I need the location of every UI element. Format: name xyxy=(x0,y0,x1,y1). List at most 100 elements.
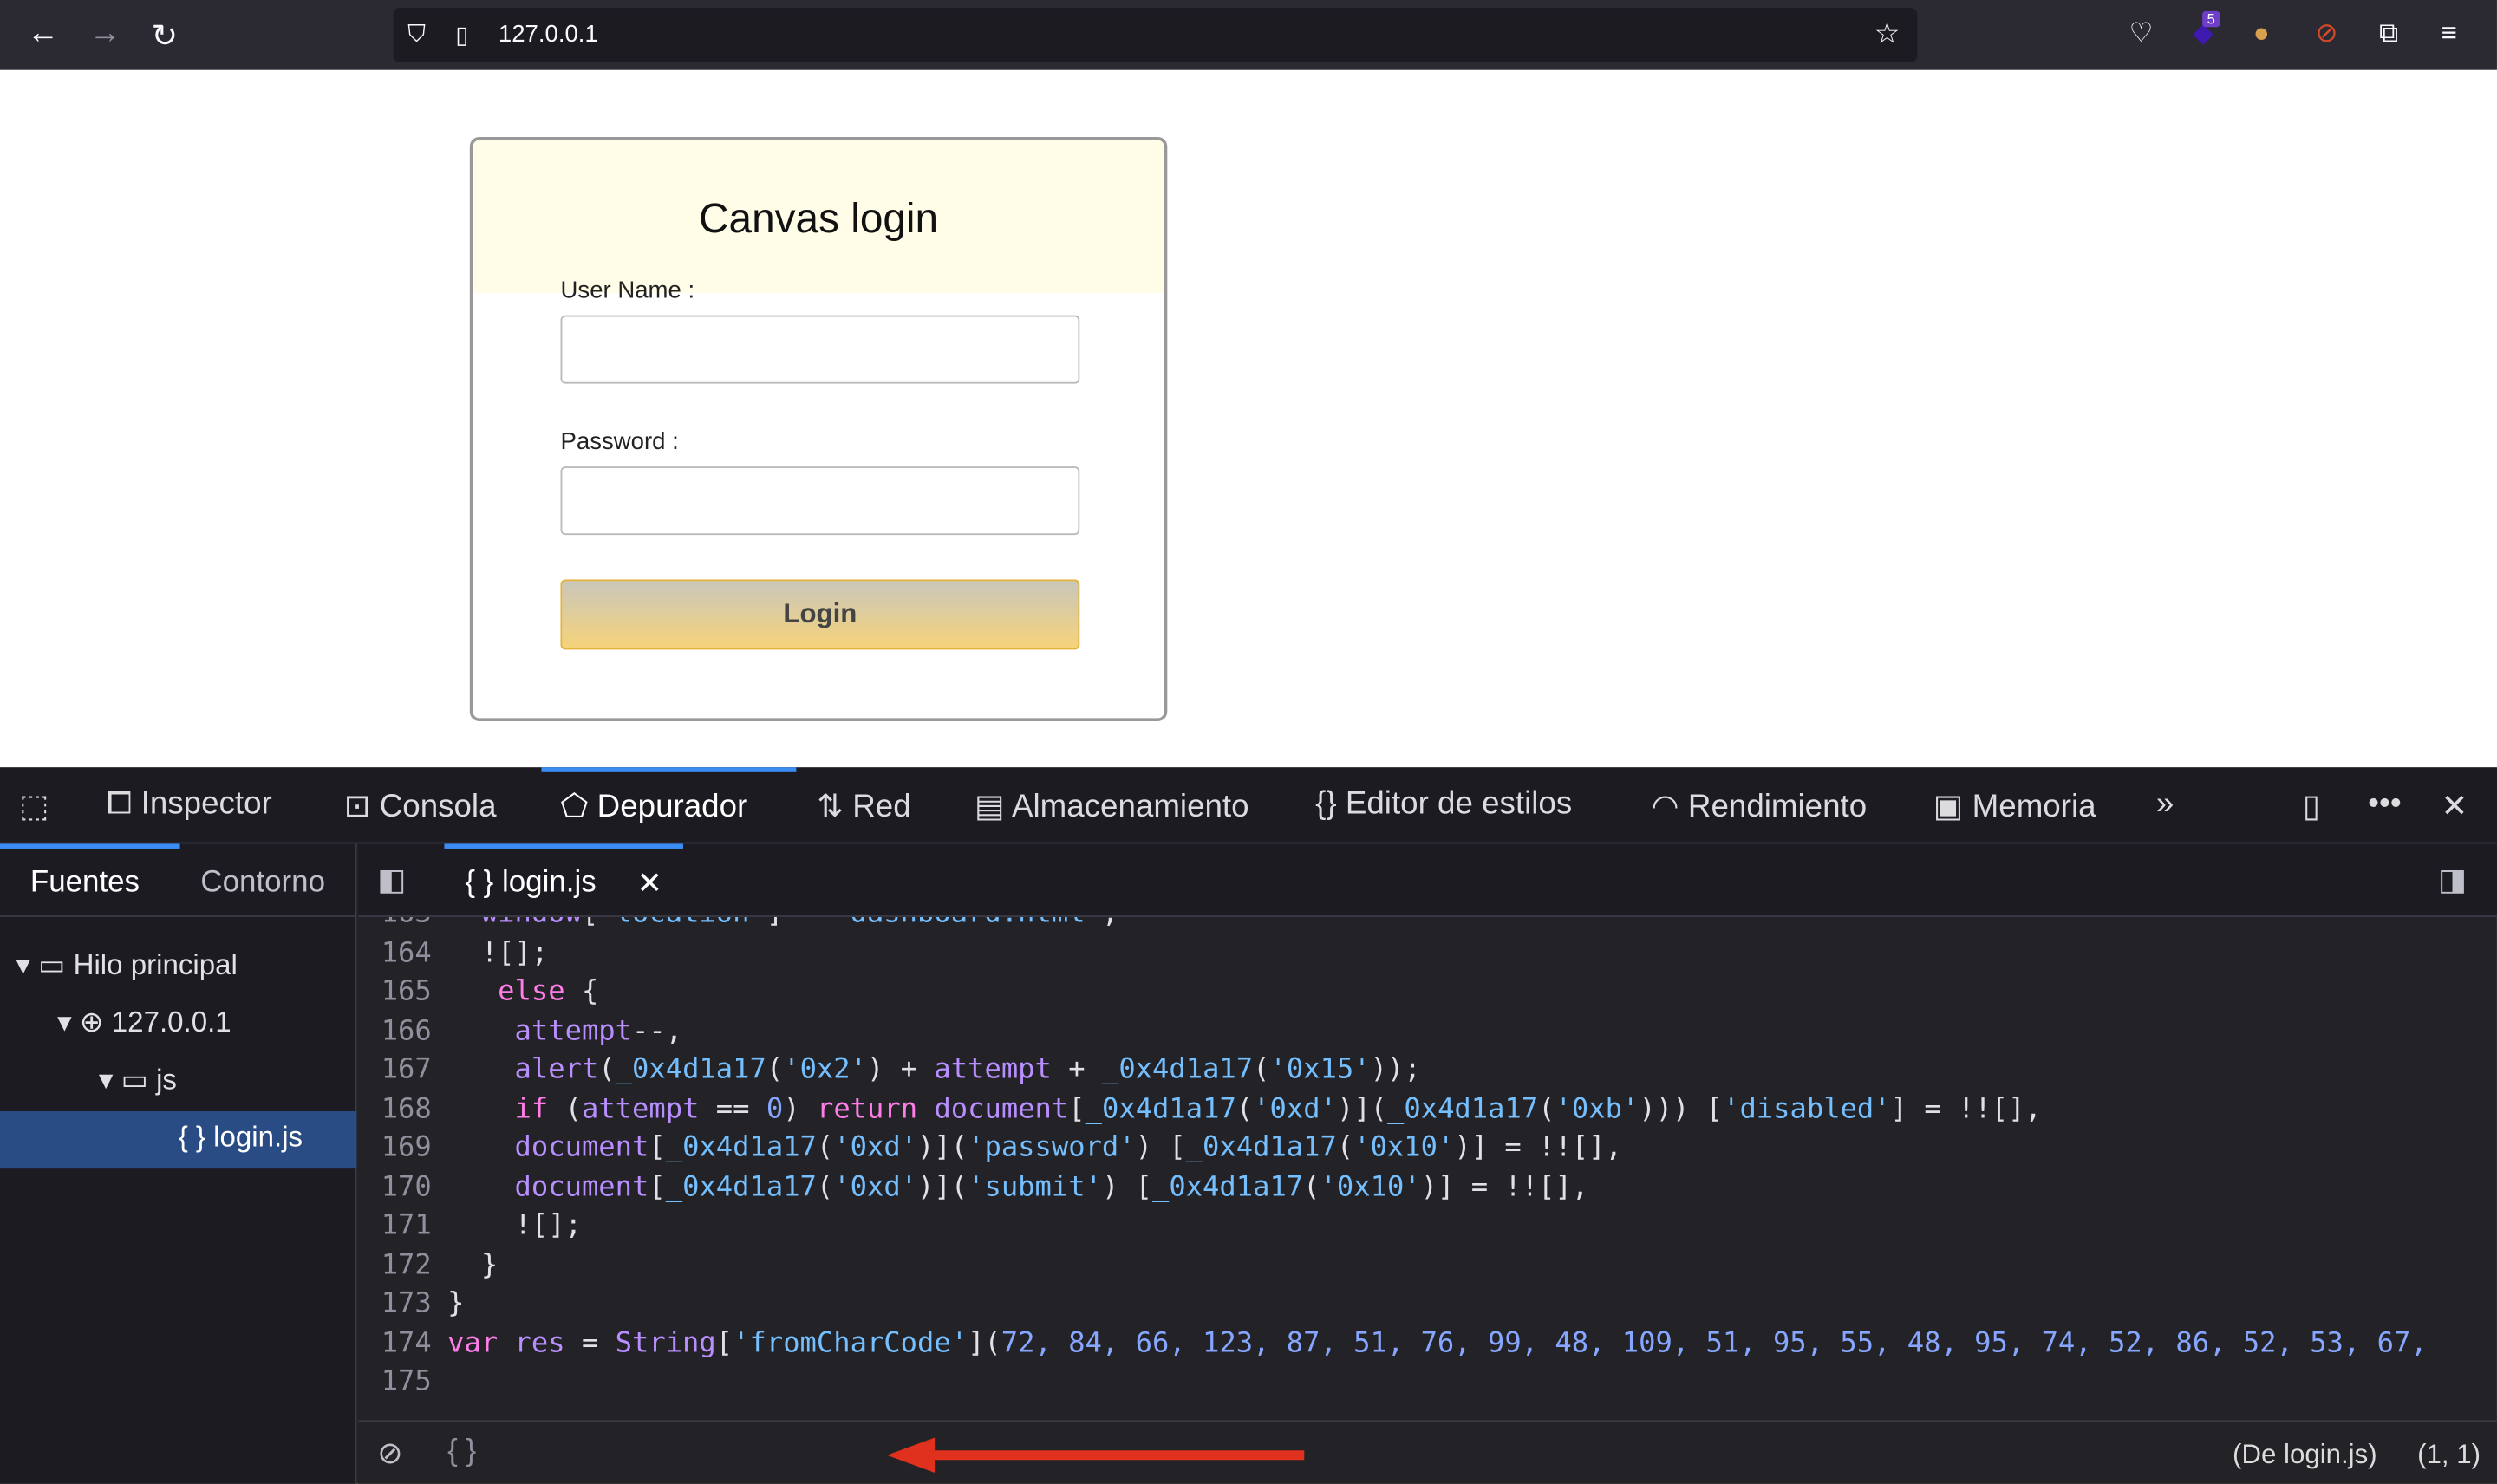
code-line: var res = String['fromCharCode'](72, 84,… xyxy=(447,1327,2428,1359)
line-number[interactable]: 173 xyxy=(358,1288,432,1320)
line-number[interactable]: 168 xyxy=(358,1093,432,1125)
tab-storage[interactable]: ▤ Almacenamiento xyxy=(975,786,1249,826)
username-input[interactable] xyxy=(560,315,1080,384)
code-token: '0x10' xyxy=(1353,1131,1455,1164)
selected-tab-indicator xyxy=(541,767,797,772)
code-token: ] = !![], xyxy=(1890,1092,2042,1125)
tab-label: Rendimiento xyxy=(1687,790,1868,825)
password-input[interactable] xyxy=(560,466,1080,536)
code-token: )]( xyxy=(917,1170,968,1203)
code-token: 'password' xyxy=(968,1131,1136,1164)
tab-network[interactable]: ⇅ Red xyxy=(817,786,910,826)
line-number[interactable]: 164 xyxy=(358,937,432,969)
editor-tab-indicator xyxy=(444,843,683,849)
extension-badge: 5 xyxy=(2202,10,2220,28)
code-token: return xyxy=(816,1092,918,1125)
login-card: Canvas login User Name : Password : Logi… xyxy=(469,136,1168,722)
tab-console[interactable]: ⊡ Consola xyxy=(344,786,497,826)
code-token: )] = !![], xyxy=(1454,1131,1622,1164)
inspector-icon: ⧠ xyxy=(107,786,141,822)
tab-memory[interactable]: ▣ Memoria xyxy=(1933,786,2096,826)
console-icon: ⊡ xyxy=(343,790,380,825)
pocket-icon[interactable]: ♡ xyxy=(2129,17,2154,49)
tree-label: Hilo principal xyxy=(73,948,238,981)
devtools-toolbar: ⬚ ⧠ Inspector ⊡ Consola ⬠ Depurador ⇅ Re… xyxy=(0,767,2497,844)
code-line: ![]; xyxy=(447,1210,582,1242)
tab-outline[interactable]: Contorno xyxy=(200,866,325,901)
code-token: 'location' xyxy=(598,917,766,930)
code-view[interactable]: 163 window['location'] = 'dashboard.html… xyxy=(358,917,2497,1420)
line-number[interactable]: 165 xyxy=(358,976,432,1008)
code-token: _0x4d1a17 xyxy=(665,1131,817,1164)
code-line: ![]; xyxy=(447,937,548,969)
toggle-sidebar-icon[interactable]: ◧ xyxy=(377,862,406,899)
cookie-icon[interactable]: ● xyxy=(2253,17,2270,49)
close-devtools-icon[interactable]: ✕ xyxy=(2442,786,2468,826)
shield-icon[interactable]: ⛉ xyxy=(407,21,426,48)
line-number[interactable]: 174 xyxy=(358,1327,432,1359)
memory-chip-icon: ▣ xyxy=(1933,790,1972,825)
back-icon[interactable]: ← xyxy=(27,16,59,52)
code-token: [ xyxy=(1068,1092,1086,1125)
line-number[interactable]: 170 xyxy=(358,1171,432,1203)
code-token: ] = xyxy=(766,917,833,930)
tab-label: Depurador xyxy=(597,790,748,825)
line-number[interactable]: 172 xyxy=(358,1249,432,1281)
line-number[interactable]: 163 xyxy=(358,917,432,930)
braces-icon: { } xyxy=(178,1121,214,1153)
code-token: 72, 84, 66, 123, 87, 51, 76, 99, 48, 109… xyxy=(1001,1326,2428,1359)
code-line: alert(_0x4d1a17('0x2') + attempt + _0x4d… xyxy=(447,1054,1421,1086)
line-number[interactable]: 166 xyxy=(358,1015,432,1047)
line-number[interactable]: 171 xyxy=(358,1210,432,1242)
address-bar[interactable]: ⛉ ▯ 127.0.0.1 ☆ xyxy=(393,8,1918,62)
forward-icon[interactable]: → xyxy=(89,16,121,52)
globe-icon: ▾ ⊕ xyxy=(57,1006,112,1038)
more-tabs-chevron-icon[interactable]: » xyxy=(2156,786,2174,823)
pretty-print-button[interactable]: { } xyxy=(447,1435,476,1469)
code-token: '0x10' xyxy=(1320,1170,1421,1203)
extensions-puzzle-icon[interactable]: ⧉ xyxy=(2379,17,2398,49)
code-token: res xyxy=(514,1326,565,1359)
code-token: == xyxy=(699,1092,766,1125)
tab-sources[interactable]: Fuentes xyxy=(30,866,140,901)
code-line: else { xyxy=(447,976,598,1008)
reload-icon[interactable]: ↻ xyxy=(151,16,178,55)
tab-debugger[interactable]: ⬠ Depurador xyxy=(561,786,748,826)
tree-item-folder[interactable]: ▾ ▭ js xyxy=(99,1064,177,1097)
code-line: } xyxy=(447,1249,498,1281)
code-token: ) [ xyxy=(1135,1131,1186,1164)
element-picker-icon[interactable]: ⬚ xyxy=(19,786,49,826)
storage-icon: ▤ xyxy=(975,790,1012,825)
line-number[interactable]: 169 xyxy=(358,1132,432,1164)
more-options-icon[interactable]: ••• xyxy=(2368,786,2402,823)
tab-style-editor[interactable]: {} Editor de estilos xyxy=(1315,786,1572,823)
bookmark-star-icon[interactable]: ☆ xyxy=(1874,17,1900,51)
line-number[interactable]: 167 xyxy=(358,1054,432,1086)
dock-toggle-icon[interactable]: ▯ xyxy=(2303,786,2320,826)
editor-tab-login-js[interactable]: { } login.js xyxy=(465,866,596,901)
tab-inspector[interactable]: ⧠ Inspector xyxy=(107,786,272,823)
close-tab-icon[interactable]: ✕ xyxy=(637,866,662,902)
toggle-right-panel-icon[interactable]: ◨ xyxy=(2438,862,2467,899)
menu-icon[interactable]: ≡ xyxy=(2442,17,2457,49)
login-button[interactable]: Login xyxy=(560,579,1080,650)
blocked-fox-icon[interactable]: ⊘ xyxy=(2316,17,2338,49)
code-token: ( xyxy=(816,1131,834,1164)
code-token: + xyxy=(1051,1053,1102,1086)
tree-item-host[interactable]: ▾ ⊕ 127.0.0.1 xyxy=(57,1006,231,1040)
tree-item-thread[interactable]: ▾ ▭ Hilo principal xyxy=(16,949,237,983)
tree-item-file[interactable]: { } login.js xyxy=(179,1121,303,1155)
code-token: if xyxy=(514,1092,549,1125)
code-token: ( xyxy=(766,1053,784,1086)
username-label: User Name : xyxy=(560,277,695,304)
blackbox-icon[interactable]: ⊘ xyxy=(377,1436,402,1473)
code-token: ( xyxy=(816,1170,834,1203)
code-token: 'disabled' xyxy=(1723,1092,1891,1125)
tab-performance[interactable]: ◠ Rendimiento xyxy=(1652,786,1868,826)
url-text[interactable]: 127.0.0.1 xyxy=(499,21,598,48)
code-token: [ xyxy=(649,1131,666,1164)
code-token: '0xd' xyxy=(1253,1092,1337,1125)
code-token: _0x4d1a17 xyxy=(1185,1131,1337,1164)
line-number[interactable]: 175 xyxy=(358,1366,432,1398)
